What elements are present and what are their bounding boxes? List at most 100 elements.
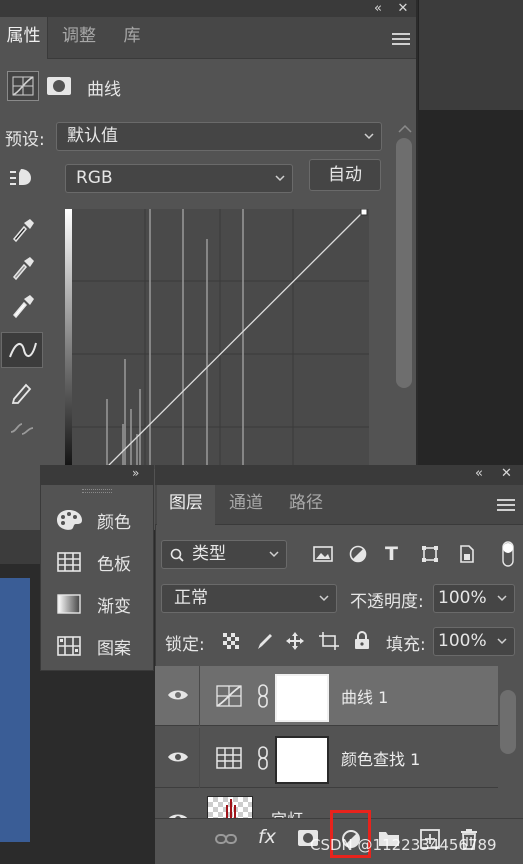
curve-endpoint bbox=[360, 209, 368, 216]
fill-value: 100% bbox=[438, 631, 487, 651]
opacity-field[interactable]: 100% bbox=[433, 584, 515, 613]
fill-label: 填充: bbox=[386, 635, 426, 655]
mini-panel-titlebar: » bbox=[40, 465, 154, 485]
preset-label: 预设: bbox=[5, 130, 45, 150]
palette-icon bbox=[57, 510, 82, 530]
tab-channels[interactable]: 通道 bbox=[217, 485, 275, 525]
fill-field[interactable]: 100% bbox=[433, 627, 515, 656]
mini-item-color[interactable]: 颜色 bbox=[55, 506, 155, 534]
output-gradient-bar bbox=[65, 209, 72, 469]
filter-toggle[interactable] bbox=[501, 540, 515, 568]
filter-adjustment-icon[interactable] bbox=[349, 545, 367, 563]
filter-type-icon[interactable]: T bbox=[385, 543, 398, 565]
tab-paths[interactable]: 路径 bbox=[277, 485, 335, 525]
curves-layer-icon bbox=[216, 685, 242, 707]
search-icon bbox=[170, 548, 184, 562]
properties-panel-titlebar bbox=[0, 0, 416, 17]
filter-kind-select[interactable]: 类型 bbox=[161, 540, 287, 569]
channel-select[interactable]: RGB bbox=[65, 164, 293, 193]
preset-value: 默认值 bbox=[67, 126, 118, 146]
mini-item-pattern[interactable]: 图案 bbox=[55, 632, 155, 660]
curve-point-icon bbox=[9, 342, 37, 358]
preset-select[interactable]: 默认值 bbox=[56, 122, 382, 151]
pattern-icon bbox=[57, 636, 81, 656]
link-layers-icon[interactable] bbox=[214, 828, 237, 850]
mini-item-gradient[interactable]: 渐变 bbox=[55, 590, 155, 618]
mask-icon[interactable] bbox=[46, 76, 72, 96]
panel-menu-icon[interactable] bbox=[497, 499, 515, 511]
properties-scrollbar[interactable] bbox=[396, 138, 412, 388]
chevron-down-icon bbox=[319, 595, 329, 602]
lock-transparent-pixels-icon[interactable] bbox=[222, 632, 240, 650]
filter-shape-icon[interactable] bbox=[421, 545, 439, 563]
layer-style-fx-icon[interactable]: fx bbox=[258, 826, 280, 848]
pencil-draw-icon[interactable] bbox=[8, 377, 36, 405]
curve-line bbox=[104, 211, 364, 469]
white-point-eyedropper-icon[interactable] bbox=[8, 291, 36, 319]
lock-position-icon[interactable] bbox=[285, 631, 305, 651]
layer-name: 颜色查找 1 bbox=[341, 750, 421, 769]
mini-item-swatches[interactable]: 色板 bbox=[55, 548, 155, 576]
tab-adjustments[interactable]: 调整 bbox=[50, 17, 108, 59]
panel-title: 曲线 bbox=[87, 80, 121, 100]
mini-item-label: 颜色 bbox=[97, 513, 131, 533]
tab-libraries[interactable]: 库 bbox=[110, 17, 154, 59]
auto-button[interactable]: 自动 bbox=[309, 159, 381, 191]
close-panel-icon[interactable]: ✕ bbox=[391, 0, 415, 17]
opacity-label: 不透明度: bbox=[350, 592, 424, 612]
chevron-down-icon bbox=[364, 133, 374, 140]
link-chain-icon bbox=[258, 684, 268, 708]
layers-scrollbar[interactable] bbox=[500, 690, 516, 754]
visibility-eye-icon bbox=[168, 752, 188, 762]
layer-name: 曲线 1 bbox=[341, 688, 389, 707]
filter-pixel-icon[interactable] bbox=[313, 545, 333, 563]
scroll-up-arrow[interactable] bbox=[395, 122, 415, 136]
lock-image-pixels-icon[interactable] bbox=[255, 631, 275, 651]
channel-value: RGB bbox=[76, 168, 113, 188]
curve-graph[interactable] bbox=[65, 209, 369, 469]
blend-mode-value: 正常 bbox=[174, 588, 208, 608]
chevron-down-icon bbox=[269, 551, 279, 558]
layer-row[interactable]: 颜色查找 1 bbox=[155, 728, 498, 788]
black-point-eyedropper-icon[interactable] bbox=[8, 215, 36, 243]
grid-icon bbox=[57, 552, 81, 572]
lock-artboard-icon[interactable] bbox=[318, 631, 340, 651]
document-canvas[interactable] bbox=[0, 578, 30, 842]
layer-row[interactable]: 宫灯 bbox=[155, 790, 498, 820]
link-chain-icon bbox=[258, 746, 268, 770]
gray-point-eyedropper-icon[interactable] bbox=[8, 253, 36, 281]
layer-mask-thumbnail[interactable] bbox=[275, 674, 329, 722]
blend-mode-select[interactable]: 正常 bbox=[161, 584, 337, 613]
layers-panel-titlebar: « ✕ bbox=[155, 465, 523, 485]
watermark-text: CSDN @1122334456789 bbox=[310, 836, 497, 854]
color-lookup-layer-icon bbox=[216, 747, 242, 769]
tab-properties[interactable]: 属性 bbox=[0, 17, 48, 59]
layer-row[interactable]: 曲线 1 bbox=[155, 666, 498, 726]
tab-layers[interactable]: 图层 bbox=[157, 485, 215, 525]
layers-tabs: 图层 通道 路径 bbox=[155, 485, 523, 525]
curves-adjustment-icon[interactable] bbox=[7, 71, 39, 101]
mini-item-label: 图案 bbox=[97, 639, 131, 659]
target-adjust-hand-icon[interactable] bbox=[7, 163, 35, 191]
filter-smart-object-icon[interactable] bbox=[458, 545, 476, 563]
filter-value: 类型 bbox=[192, 544, 226, 564]
opacity-value: 100% bbox=[438, 588, 487, 608]
lantern-image bbox=[226, 799, 236, 819]
canvas-tab-strip bbox=[0, 530, 40, 564]
layer-thumbnail[interactable] bbox=[207, 796, 253, 819]
gradient-icon bbox=[57, 594, 81, 614]
histogram bbox=[106, 209, 244, 469]
panel-menu-icon[interactable] bbox=[392, 33, 410, 45]
close-panel-icon[interactable]: ✕ bbox=[501, 466, 512, 481]
expand-panel-icon[interactable]: » bbox=[132, 466, 139, 480]
collapse-panel-icon[interactable]: « bbox=[475, 466, 483, 481]
chevron-down-icon bbox=[275, 175, 285, 182]
properties-tabs: 属性 调整 库 bbox=[0, 17, 416, 59]
smooth-curve-icon bbox=[8, 416, 36, 444]
collapse-panel-icon[interactable]: « bbox=[366, 0, 390, 17]
lock-all-icon[interactable] bbox=[353, 630, 371, 650]
drag-handle[interactable] bbox=[82, 489, 112, 493]
layer-mask-thumbnail[interactable] bbox=[275, 736, 329, 784]
chevron-down-icon bbox=[497, 638, 507, 645]
edit-points-curve-tool[interactable] bbox=[1, 332, 43, 368]
